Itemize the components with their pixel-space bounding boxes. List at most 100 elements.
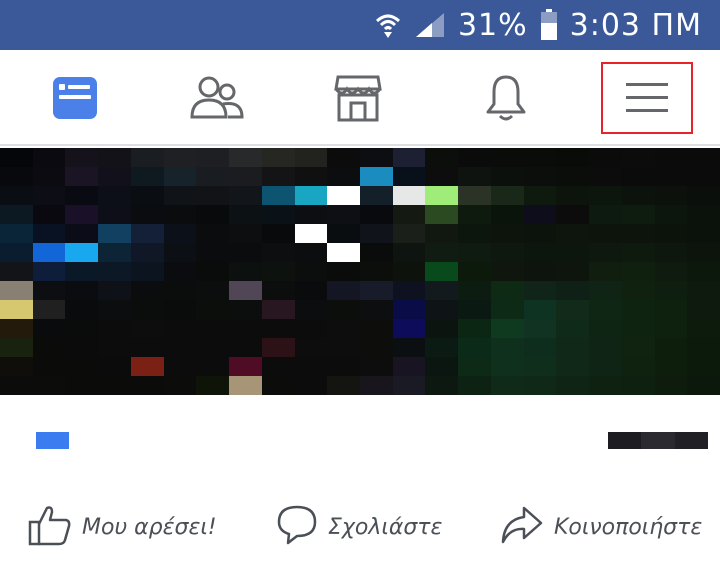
image-pixel	[0, 300, 34, 320]
image-pixel	[654, 319, 689, 339]
image-pixel	[294, 338, 329, 358]
image-pixel	[65, 338, 100, 358]
image-pixel	[32, 281, 67, 301]
image-pixel	[32, 186, 67, 206]
signal-icon	[414, 11, 446, 39]
image-pixel	[589, 376, 624, 395]
image-pixel	[687, 357, 720, 377]
image-pixel	[458, 357, 493, 377]
image-pixel	[32, 376, 67, 395]
image-pixel	[327, 300, 362, 320]
image-pixel	[261, 281, 296, 301]
top-navigation	[0, 50, 720, 146]
image-pixel	[490, 148, 525, 168]
image-pixel	[425, 205, 460, 225]
menu-icon	[625, 81, 669, 115]
image-pixel	[523, 186, 558, 206]
image-pixel	[490, 319, 525, 339]
post-meta	[0, 395, 720, 485]
image-pixel	[65, 243, 100, 263]
image-pixel	[65, 224, 100, 244]
clock: 3:03 ΠΜ	[569, 7, 702, 43]
image-pixel	[294, 281, 329, 301]
image-pixel	[687, 205, 720, 225]
image-pixel	[163, 357, 198, 377]
friends-icon	[190, 75, 244, 121]
image-pixel	[589, 319, 624, 339]
image-pixel	[163, 224, 198, 244]
image-pixel	[261, 186, 296, 206]
image-pixel	[589, 205, 624, 225]
image-pixel	[196, 205, 231, 225]
image-pixel	[294, 357, 329, 377]
image-pixel	[130, 186, 165, 206]
image-pixel	[65, 205, 100, 225]
image-pixel	[490, 243, 525, 263]
image-pixel	[196, 357, 231, 377]
comment-count[interactable]	[608, 432, 708, 449]
image-pixel	[327, 281, 362, 301]
image-pixel	[523, 376, 558, 395]
image-pixel	[163, 186, 198, 206]
post-image[interactable]	[0, 148, 720, 395]
image-pixel	[130, 338, 165, 358]
image-pixel	[523, 338, 558, 358]
thumbs-up-icon	[28, 504, 72, 550]
image-pixel	[392, 167, 427, 187]
image-pixel	[196, 319, 231, 339]
image-pixel	[130, 281, 165, 301]
image-pixel	[621, 148, 656, 168]
share-label: Κοινοποιήστε	[554, 514, 703, 540]
image-pixel	[327, 243, 362, 263]
image-pixel	[621, 186, 656, 206]
tab-notifications[interactable]	[460, 62, 552, 134]
tab-menu[interactable]	[601, 62, 693, 134]
image-pixel	[0, 338, 34, 358]
image-pixel	[654, 148, 689, 168]
image-pixel	[556, 186, 591, 206]
image-pixel	[32, 319, 67, 339]
tab-marketplace[interactable]	[312, 62, 404, 134]
notifications-icon	[484, 74, 528, 122]
image-pixel	[687, 243, 720, 263]
reaction-count-icon[interactable]	[36, 432, 69, 449]
image-pixel	[327, 148, 362, 168]
image-pixel	[261, 148, 296, 168]
image-pixel	[687, 167, 720, 187]
image-pixel	[294, 300, 329, 320]
tab-news-feed[interactable]	[29, 62, 121, 134]
image-pixel	[621, 243, 656, 263]
image-pixel	[163, 167, 198, 187]
image-pixel	[556, 243, 591, 263]
image-pixel	[392, 205, 427, 225]
image-pixel	[65, 148, 100, 168]
image-pixel	[130, 167, 165, 187]
image-pixel	[392, 319, 427, 339]
image-pixel	[556, 224, 591, 244]
image-pixel	[425, 167, 460, 187]
image-pixel	[687, 281, 720, 301]
image-pixel	[589, 338, 624, 358]
image-pixel	[687, 300, 720, 320]
image-pixel	[687, 148, 720, 168]
like-button[interactable]: Μου αρέσει!	[28, 505, 217, 549]
image-pixel	[98, 243, 133, 263]
marketplace-icon	[334, 73, 382, 123]
image-pixel	[589, 167, 624, 187]
image-pixel	[327, 186, 362, 206]
image-pixel	[98, 167, 133, 187]
image-pixel	[360, 300, 394, 320]
image-pixel	[360, 376, 394, 395]
image-pixel	[98, 357, 133, 377]
image-pixel	[687, 319, 720, 339]
tab-friends[interactable]	[171, 62, 263, 134]
image-pixel	[360, 224, 394, 244]
comment-button[interactable]: Σχολιάστε	[276, 505, 442, 549]
share-icon	[500, 504, 544, 550]
image-pixel	[196, 338, 231, 358]
share-button[interactable]: Κοινοποιήστε	[500, 505, 702, 549]
image-pixel	[32, 205, 67, 225]
battery-icon	[540, 9, 558, 41]
image-pixel	[654, 186, 689, 206]
image-pixel	[0, 376, 34, 395]
